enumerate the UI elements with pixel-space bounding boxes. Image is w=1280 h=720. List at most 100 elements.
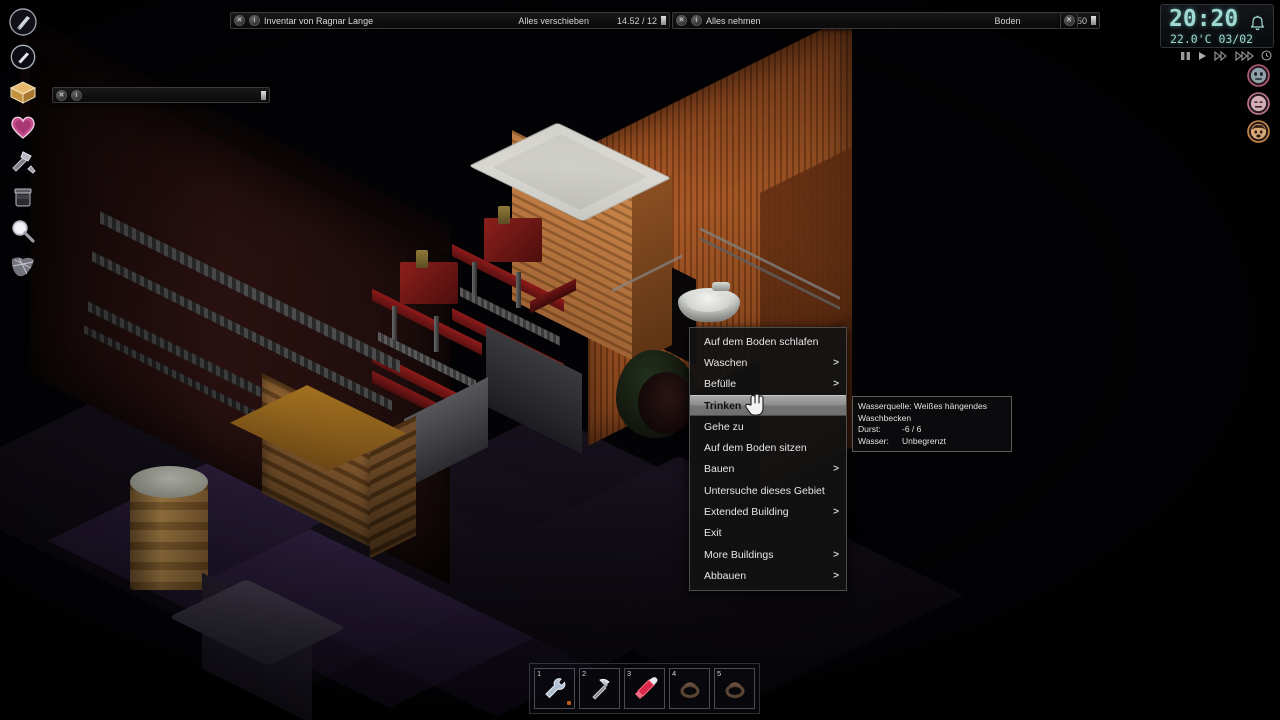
- face-icon: [1247, 64, 1270, 87]
- info-icon[interactable]: i: [249, 15, 260, 26]
- faucet: [712, 282, 730, 291]
- barrel-lid: [130, 466, 208, 498]
- context-menu-item-label: Exit: [704, 527, 722, 540]
- context-menu-item-label: Extended Building: [704, 506, 789, 519]
- jar-icon: [14, 188, 32, 207]
- context-menu-item-label: More Buildings: [704, 548, 774, 561]
- sidebar-item-pen-dark[interactable]: [6, 6, 40, 38]
- info-icon[interactable]: i: [691, 15, 702, 26]
- take-all-button[interactable]: Alles nehmen: [706, 16, 761, 26]
- status-icon-mood[interactable]: [1247, 64, 1270, 87]
- chevron-right-icon: >: [833, 570, 839, 582]
- hammer-icon: [580, 669, 619, 708]
- weight-icon: [1091, 16, 1096, 25]
- hammer-icon: [12, 151, 36, 174]
- tooltip-row: Durst: -6 / 6: [858, 424, 1006, 436]
- hotbar-slot[interactable]: 1: [534, 668, 575, 709]
- chevron-right-icon: >: [833, 357, 839, 369]
- context-menu-item-label: Auf dem Boden sitzen: [704, 442, 807, 455]
- inventory-panel-player[interactable]: ✕ i Inventar von Ragnar Lange Alles vers…: [230, 12, 670, 29]
- chevron-right-icon: >: [833, 506, 839, 518]
- crate-icon: [9, 81, 37, 104]
- context-menu-item-label: Auf dem Boden schlafen: [704, 335, 819, 348]
- hotbar-slot[interactable]: 3: [624, 668, 665, 709]
- context-menu-item[interactable]: Befülle >: [690, 374, 846, 395]
- close-icon[interactable]: ✕: [234, 15, 245, 26]
- sidebar-item-search[interactable]: [6, 216, 40, 248]
- tooltip-value: -6 / 6: [902, 424, 922, 434]
- heart-icon: [11, 116, 35, 139]
- context-menu-item[interactable]: Waschen >: [690, 352, 846, 373]
- bell-icon[interactable]: [1250, 15, 1265, 32]
- context-menu-item[interactable]: Abbauen >: [690, 565, 846, 586]
- face-icon: [1247, 120, 1270, 143]
- context-menu-item-label: Bauen: [704, 463, 735, 476]
- context-menu-item-label: Trinken: [704, 399, 742, 412]
- context-menu-item-label: Gehe zu: [704, 420, 744, 433]
- sidebar-item-crate[interactable]: [6, 76, 40, 108]
- speed-controls[interactable]: [1180, 50, 1272, 61]
- tooltip-row: Wasser: Unbegrenzt: [858, 436, 1006, 448]
- context-menu-item-label: Abbauen: [704, 569, 747, 582]
- net-icon: [11, 257, 34, 277]
- magnifier-icon: [12, 220, 35, 243]
- screwdriver-icon: [625, 669, 664, 708]
- status-icon-panic[interactable]: [1247, 120, 1270, 143]
- game-world[interactable]: [0, 0, 1280, 720]
- secondary-panel[interactable]: ✕ i: [52, 87, 270, 103]
- close-icon[interactable]: ✕: [1063, 15, 1075, 26]
- context-menu-item[interactable]: Bauen >: [690, 459, 846, 480]
- context-menu-item[interactable]: Auf dem Boden schlafen: [690, 331, 846, 352]
- clock-speed-button[interactable]: [1261, 50, 1272, 61]
- context-menu-item-selected[interactable]: Trinken: [690, 394, 846, 417]
- context-menu-item[interactable]: More Buildings >: [690, 544, 846, 565]
- context-menu-item[interactable]: Auf dem Boden sitzen: [690, 437, 846, 458]
- fast-forward-3x-button[interactable]: [1235, 50, 1254, 61]
- close-icon[interactable]: ✕: [676, 15, 687, 26]
- capacity-label: 14.52 / 12: [616, 15, 657, 26]
- fast-forward-2x-button[interactable]: [1214, 50, 1228, 61]
- clock-temperature-date: 22.0'C 03/02: [1170, 32, 1254, 46]
- left-sidebar[interactable]: [6, 6, 42, 283]
- inventory-title: Inventar von Ragnar Lange: [264, 15, 374, 26]
- pause-button[interactable]: [1180, 51, 1191, 61]
- close-icon[interactable]: ✕: [56, 90, 67, 101]
- tooltip-value: Unbegrenzt: [902, 435, 946, 446]
- inventory-panel-ground[interactable]: ✕ i Alles nehmen Boden 0 / 50: [672, 12, 1100, 29]
- tooltip-title-line1: Wasserquelle: Weißes hängendes: [858, 401, 987, 411]
- plant: [638, 372, 694, 434]
- chevron-right-icon: >: [833, 549, 839, 561]
- context-menu-item[interactable]: Exit: [690, 523, 846, 544]
- container-label: Boden: [994, 15, 1021, 26]
- game-clock[interactable]: 20:20 22.0'C 03/02: [1160, 4, 1274, 48]
- hotbar-slot[interactable]: 5: [714, 668, 755, 709]
- context-menu-item[interactable]: Gehe zu: [690, 416, 846, 437]
- rope-icon: [670, 669, 709, 708]
- move-all-button[interactable]: Alles verschieben: [518, 16, 589, 26]
- hotbar[interactable]: 1 2 3 4 5: [529, 663, 760, 714]
- info-icon[interactable]: i: [71, 90, 82, 101]
- inventory-close-panel[interactable]: ✕: [1060, 12, 1078, 29]
- context-menu-item-label: Befülle: [704, 378, 737, 391]
- hotbar-slot[interactable]: 2: [579, 668, 620, 709]
- tooltip-key: Wasser:: [858, 435, 889, 446]
- tooltip-title-line2: Waschbecken: [858, 412, 912, 423]
- context-menu[interactable]: Auf dem Boden schlafen Waschen > Befülle…: [689, 327, 847, 591]
- status-icon-list[interactable]: [1247, 64, 1270, 143]
- sidebar-item-container[interactable]: [6, 181, 40, 213]
- sidebar-item-pen-light[interactable]: [6, 41, 40, 73]
- sidebar-item-net[interactable]: [6, 251, 40, 283]
- weight-icon: [661, 16, 666, 25]
- pen-icon: [9, 8, 37, 36]
- play-button[interactable]: [1198, 51, 1207, 61]
- face-icon: [1247, 92, 1270, 115]
- barrel[interactable]: [130, 482, 208, 590]
- sink-bowl: [686, 292, 730, 312]
- clock-time: 20:20: [1169, 6, 1239, 32]
- sidebar-item-health[interactable]: [6, 111, 40, 143]
- sidebar-item-crafting[interactable]: [6, 146, 40, 178]
- context-menu-item[interactable]: Extended Building >: [690, 501, 846, 522]
- context-menu-item[interactable]: Untersuche dieses Gebiet: [690, 480, 846, 501]
- status-icon-health[interactable]: [1247, 92, 1270, 115]
- hotbar-slot[interactable]: 4: [669, 668, 710, 709]
